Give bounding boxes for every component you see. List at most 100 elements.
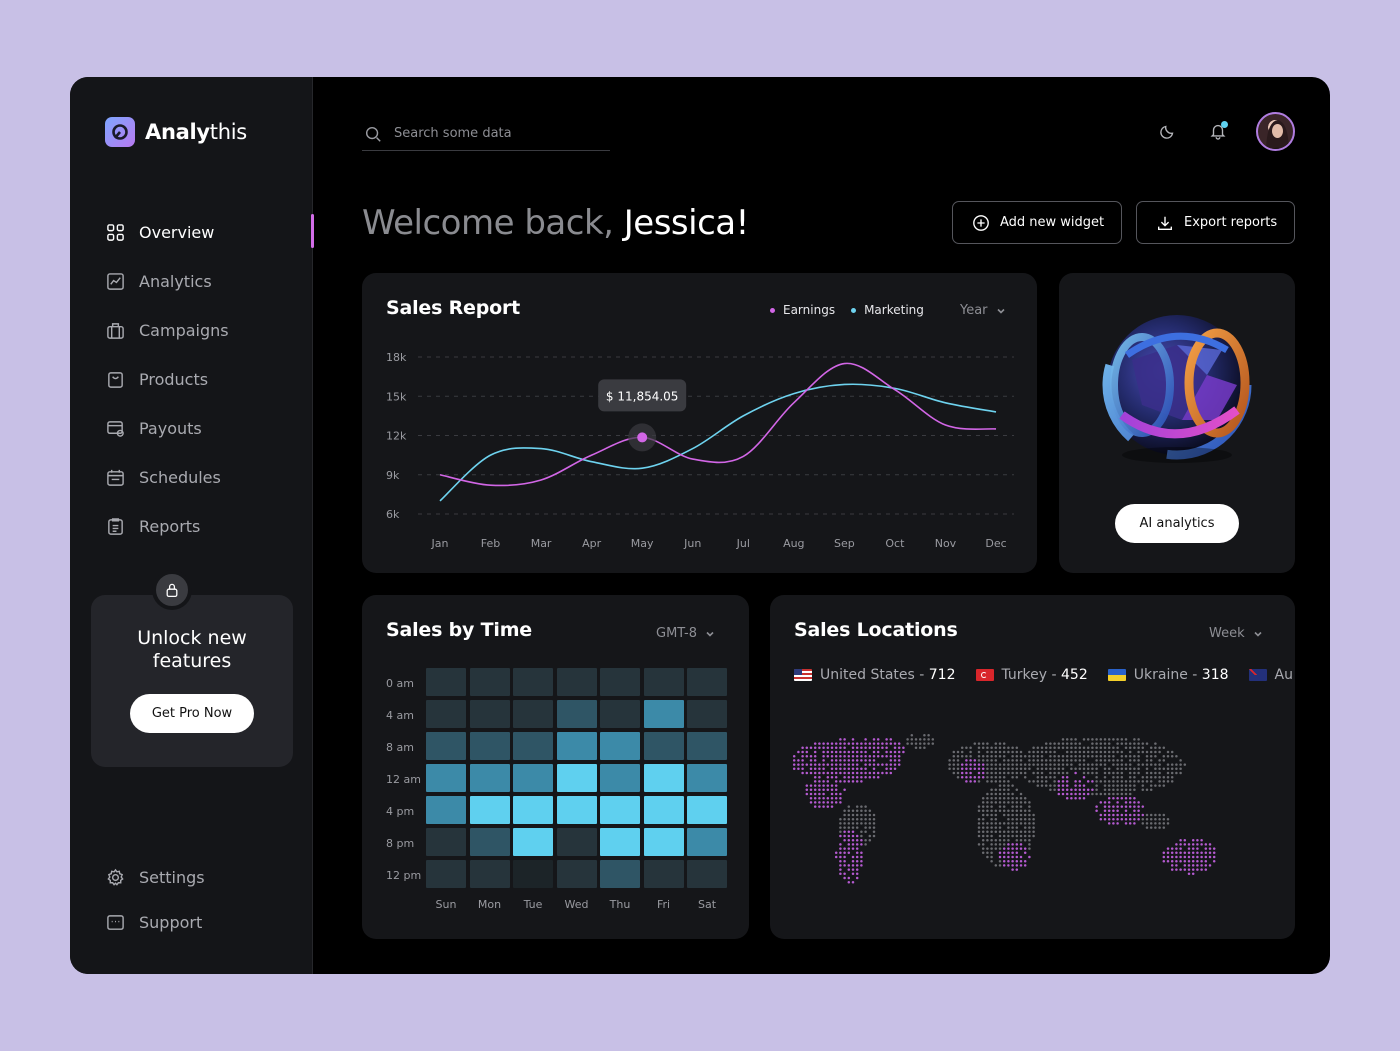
map-dot	[1107, 780, 1111, 783]
heatmap-cell[interactable]	[513, 668, 553, 696]
heatmap-cell[interactable]	[513, 860, 553, 888]
map-dot	[1133, 754, 1136, 758]
map-dot-active	[977, 771, 981, 775]
heatmap-cell[interactable]	[513, 828, 553, 856]
heatmap-cell[interactable]	[426, 796, 466, 824]
map-dot-active	[855, 843, 859, 846]
logo[interactable]: Analythis	[105, 117, 247, 147]
heatmap-cell[interactable]	[426, 764, 466, 792]
heatmap-cell[interactable]	[643, 732, 684, 760]
heatmap-cell[interactable]	[426, 860, 466, 888]
dark-mode-toggle[interactable]	[1157, 120, 1179, 142]
map-dot	[872, 817, 876, 821]
map-dot-active	[813, 763, 817, 766]
heatmap-cell[interactable]	[687, 796, 727, 824]
sidebar-item-support[interactable]: Support	[105, 900, 205, 945]
heatmap-cell[interactable]	[469, 700, 510, 728]
heatmap-cell[interactable]	[600, 764, 640, 792]
heatmap-cell[interactable]	[469, 796, 510, 824]
heatmap-cell[interactable]	[600, 828, 640, 856]
map-dot	[1015, 809, 1019, 813]
add-widget-button[interactable]: Add new widget	[952, 201, 1123, 244]
heatmap-cell[interactable]	[600, 700, 640, 728]
ai-analytics-button[interactable]: AI analytics	[1115, 504, 1239, 543]
heatmap-cell[interactable]	[687, 732, 727, 760]
map-dot-active	[965, 767, 968, 771]
heatmap-cell[interactable]	[643, 860, 684, 888]
get-pro-button[interactable]: Get Pro Now	[130, 694, 254, 733]
map-dot	[1145, 813, 1149, 817]
heatmap-cell[interactable]	[513, 796, 553, 824]
map-dot	[1002, 809, 1006, 813]
map-dot-active	[1179, 851, 1182, 855]
map-dot-active	[1116, 805, 1119, 808]
heatmap-cell[interactable]	[687, 828, 727, 856]
map-dot	[1002, 780, 1006, 783]
map-dot-active	[1128, 813, 1132, 817]
map-dot	[1145, 759, 1149, 762]
heatmap-cell[interactable]	[556, 796, 597, 824]
heatmap-cell[interactable]	[643, 764, 684, 792]
heatmap-cell[interactable]	[556, 764, 597, 792]
heatmap-cell[interactable]	[600, 732, 640, 760]
avatar[interactable]	[1256, 112, 1295, 151]
location-item-turkey[interactable]: Turkey - 452	[975, 667, 1088, 683]
locations-period-select[interactable]: Week	[1209, 626, 1263, 641]
heatmap-cell[interactable]	[687, 668, 727, 696]
heatmap-cell[interactable]	[643, 828, 684, 856]
heatmap-cell[interactable]	[513, 764, 553, 792]
heatmap-cell[interactable]	[687, 860, 727, 888]
heatmap-cell[interactable]	[469, 860, 510, 888]
notifications-button[interactable]	[1207, 120, 1229, 142]
heatmap-cell[interactable]	[600, 668, 640, 696]
sidebar-item-payouts[interactable]: Payouts	[105, 404, 313, 453]
map-dot-active	[818, 780, 821, 783]
heatmap-cell[interactable]	[513, 732, 553, 760]
sidebar-item-reports[interactable]: Reports	[105, 502, 313, 551]
heatmap-cell[interactable]	[600, 796, 640, 824]
heatmap-cell[interactable]	[426, 700, 466, 728]
sidebar-item-schedules[interactable]: Schedules	[105, 453, 313, 502]
heatmap-cell[interactable]	[426, 828, 466, 856]
heatmap-cell[interactable]	[556, 828, 597, 856]
heatmap-cell[interactable]	[600, 860, 640, 888]
location-item-us[interactable]: United States - 712	[794, 667, 956, 683]
heatmap-cell[interactable]	[426, 668, 466, 696]
heatmap-cell[interactable]	[643, 668, 684, 696]
heatmap-cell[interactable]	[469, 828, 510, 856]
sidebar-item-overview[interactable]: Overview	[105, 208, 314, 257]
map-dot	[956, 754, 960, 758]
heatmap-cell[interactable]	[469, 764, 510, 792]
heatmap-cell[interactable]	[556, 700, 597, 728]
map-dot	[1120, 788, 1124, 792]
map-dot-active	[834, 855, 838, 859]
heatmap-cell[interactable]	[556, 860, 597, 888]
map-dot-active	[1196, 864, 1199, 867]
heatmap-cell[interactable]	[469, 668, 510, 696]
heatmap-cell[interactable]	[556, 668, 597, 696]
heatmap-cell[interactable]	[469, 732, 510, 760]
map-dot-active	[1187, 872, 1191, 876]
sidebar-item-settings[interactable]: Settings	[105, 855, 205, 900]
sidebar-item-label: Schedules	[139, 468, 221, 487]
location-item-australia[interactable]: Au	[1248, 667, 1293, 683]
heatmap-cell[interactable]	[556, 732, 597, 760]
sidebar-item-products[interactable]: Products	[105, 355, 313, 404]
location-item-ukraine[interactable]: Ukraine - 318	[1107, 667, 1229, 683]
heatmap-cell[interactable]	[687, 764, 727, 792]
heatmap-cell[interactable]	[687, 700, 727, 728]
sidebar-item-campaigns[interactable]: Campaigns	[105, 306, 313, 355]
heatmap-cell[interactable]	[513, 700, 553, 728]
export-reports-button[interactable]: Export reports	[1136, 201, 1296, 244]
map-dot	[1023, 763, 1027, 766]
map-dot-active	[1120, 813, 1124, 817]
map-dot-active	[893, 754, 897, 758]
data-point-highlight[interactable]	[637, 432, 648, 443]
heatmap-cell[interactable]	[426, 732, 466, 760]
heatmap-cell[interactable]	[643, 796, 684, 824]
heatmap-cell[interactable]	[643, 700, 684, 728]
map-dot-active	[834, 784, 838, 787]
sidebar-item-analytics[interactable]: Analytics	[105, 257, 313, 306]
timezone-select[interactable]: GMT-8	[656, 626, 715, 641]
search-input[interactable]	[394, 126, 594, 141]
